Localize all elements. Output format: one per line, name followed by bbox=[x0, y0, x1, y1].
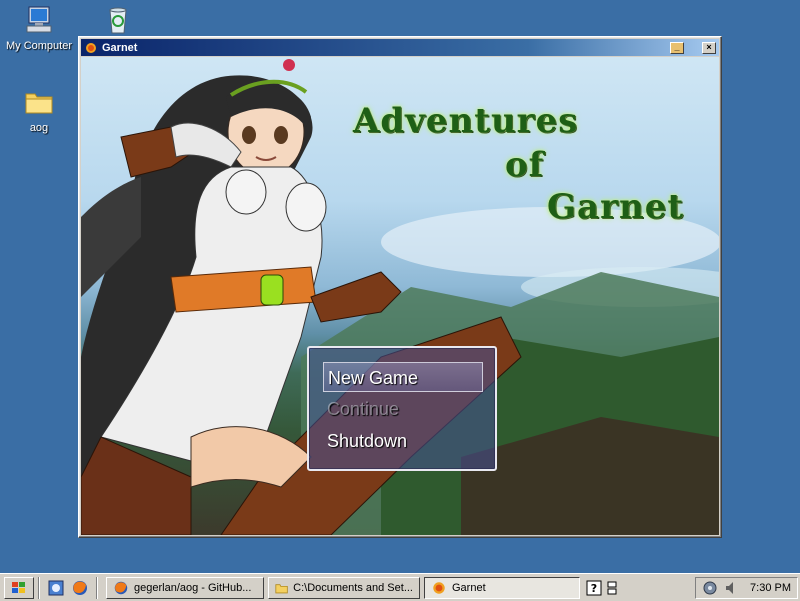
help-icon[interactable]: ? bbox=[586, 580, 602, 596]
svg-text:?: ? bbox=[591, 582, 597, 595]
close-button[interactable]: × bbox=[702, 41, 716, 54]
menu-continue[interactable]: Continue bbox=[323, 394, 483, 424]
logo-word-adventures: Adventures bbox=[353, 101, 579, 141]
task-button-garnet[interactable]: Garnet bbox=[424, 576, 580, 599]
network-icon[interactable] bbox=[606, 580, 618, 596]
task-button-github[interactable]: gegerlan/aog - GitHub... bbox=[106, 576, 264, 599]
volume-icon[interactable] bbox=[702, 580, 718, 596]
folder-icon bbox=[275, 583, 288, 593]
window-title: Garnet bbox=[102, 41, 138, 54]
system-tray: 7:30 PM bbox=[695, 576, 798, 599]
logo-word-garnet: Garnet bbox=[547, 187, 685, 227]
task-label: gegerlan/aog - GitHub... bbox=[134, 581, 252, 594]
task-label: Garnet bbox=[452, 581, 486, 594]
title-menu: New Game Continue Shutdown bbox=[307, 346, 497, 471]
speaker-icon[interactable] bbox=[724, 580, 740, 596]
desktop-icon-recycle-bin[interactable] bbox=[80, 4, 156, 40]
my-computer-icon bbox=[26, 6, 52, 33]
folder-icon bbox=[25, 93, 53, 114]
desktop-icon-my-computer[interactable]: My Computer bbox=[1, 4, 77, 52]
taskbar-clock[interactable]: 7:30 PM bbox=[750, 582, 791, 594]
task-label: C:\Documents and Set... bbox=[293, 581, 413, 594]
logo-word-of: of bbox=[505, 145, 545, 185]
task-button-explorer[interactable]: C:\Documents and Set... bbox=[268, 576, 420, 599]
game-canvas[interactable]: Adventures of Garnet New Game Continue S… bbox=[81, 57, 719, 535]
recycle-bin-icon bbox=[109, 7, 127, 34]
desktop-icon-label: aog bbox=[29, 122, 49, 134]
desktop-icon-label: My Computer bbox=[5, 40, 73, 52]
garnet-app-icon bbox=[433, 581, 445, 594]
taskbar-separator bbox=[96, 576, 98, 599]
desktop-icon-aog[interactable]: aog bbox=[1, 86, 77, 134]
taskbar-separator bbox=[38, 576, 40, 599]
firefox-icon bbox=[114, 581, 128, 594]
minimize-button[interactable]: _ bbox=[670, 41, 684, 54]
firefox-icon[interactable] bbox=[71, 579, 89, 597]
taskbar: gegerlan/aog - GitHub... C:\Documents an… bbox=[0, 573, 800, 601]
window-titlebar[interactable]: Garnet _ × bbox=[81, 39, 719, 56]
start-button[interactable] bbox=[4, 576, 34, 599]
menu-new-game[interactable]: New Game bbox=[323, 362, 483, 392]
garnet-window: Garnet _ × Adventures of Garnet New Game… bbox=[78, 36, 722, 538]
menu-shutdown[interactable]: Shutdown bbox=[323, 426, 483, 456]
desktop-shortcut-icon[interactable] bbox=[47, 579, 65, 597]
windows-logo-icon bbox=[12, 581, 25, 593]
garnet-app-icon bbox=[86, 42, 96, 53]
